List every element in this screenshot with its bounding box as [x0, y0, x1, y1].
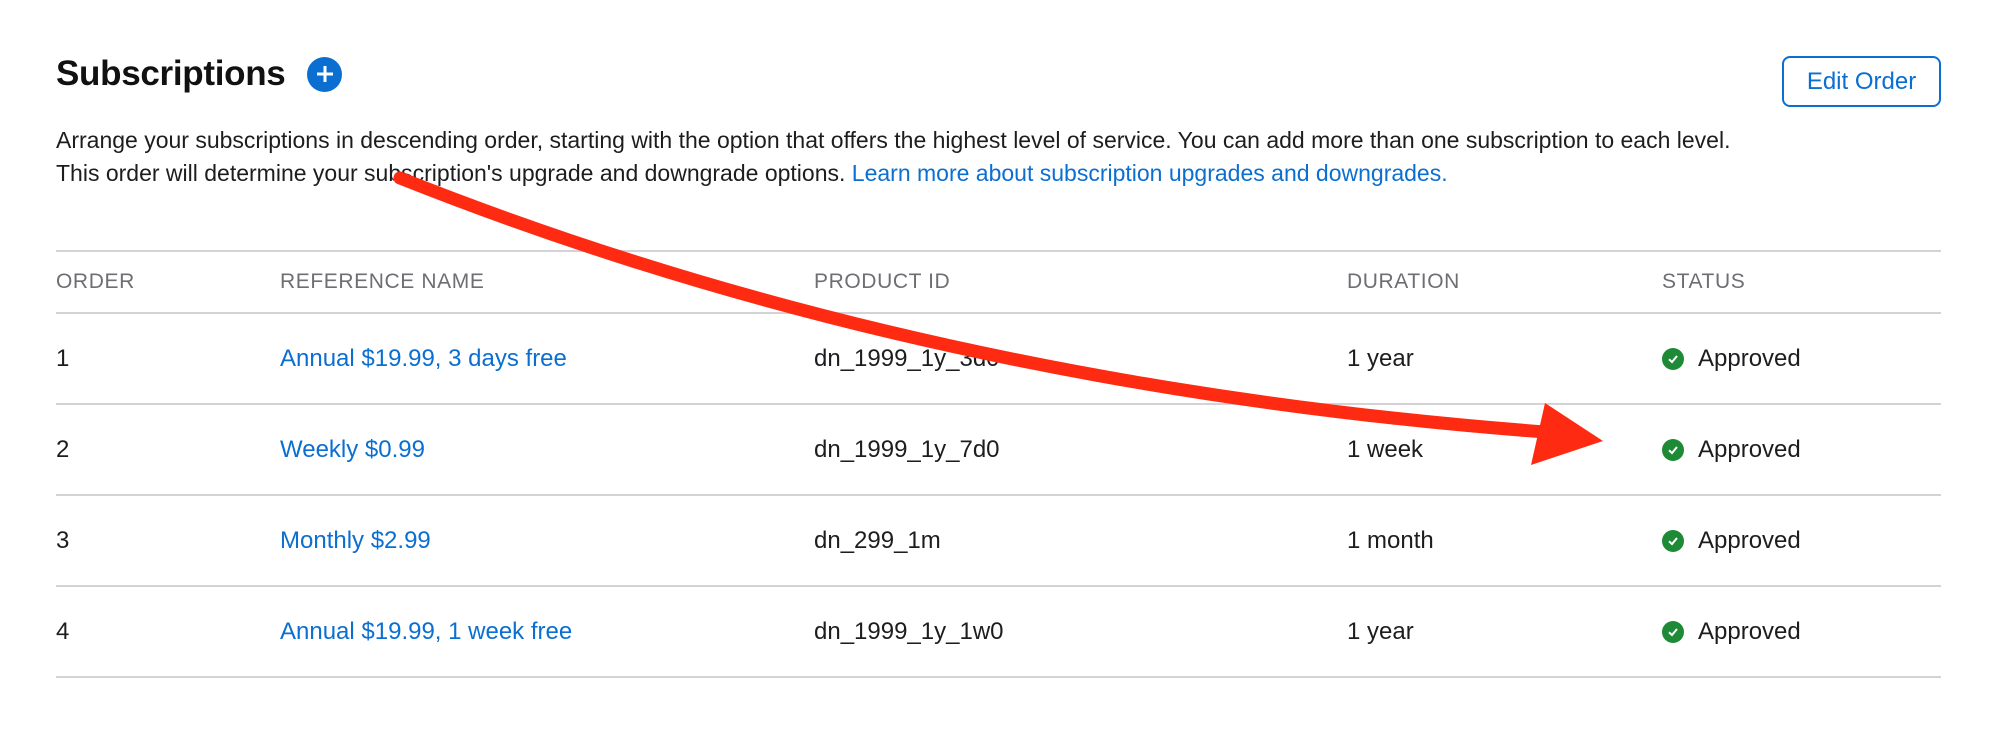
duration-cell: 1 month — [1347, 527, 1434, 554]
plus-icon — [316, 66, 333, 82]
edit-order-button[interactable]: Edit Order — [1782, 56, 1941, 107]
page-title: Subscriptions — [56, 54, 286, 93]
column-header-product-id: PRODUCT ID — [814, 270, 951, 293]
status-label: Approved — [1698, 436, 1801, 463]
description: Arrange your subscriptions in descending… — [56, 124, 1756, 190]
table-header: ORDER REFERENCE NAME PRODUCT ID DURATION… — [56, 252, 1941, 314]
order-cell: 2 — [56, 436, 70, 463]
status-cell: Approved — [1662, 496, 1801, 585]
reference-name-link[interactable]: Annual $19.99, 1 week free — [280, 587, 572, 676]
column-header-status: STATUS — [1662, 270, 1746, 293]
reference-name-link[interactable]: Monthly $2.99 — [280, 496, 431, 585]
duration-cell: 1 year — [1347, 618, 1414, 645]
add-subscription-button[interactable] — [307, 56, 343, 92]
subscriptions-table: ORDER REFERENCE NAME PRODUCT ID DURATION… — [56, 250, 1941, 678]
table-row: 3 Monthly $2.99 dn_299_1m 1 month Approv… — [56, 496, 1941, 587]
status-label: Approved — [1698, 618, 1801, 645]
check-circle-icon — [1662, 620, 1684, 643]
product-id-cell: dn_299_1m — [814, 527, 941, 554]
check-circle-icon — [1662, 438, 1684, 461]
order-cell: 3 — [56, 527, 70, 554]
column-header-order: ORDER — [56, 270, 135, 293]
reference-name-link[interactable]: Weekly $0.99 — [280, 405, 425, 494]
duration-cell: 1 year — [1347, 345, 1414, 372]
learn-more-link[interactable]: Learn more about subscription upgrades a… — [852, 160, 1448, 186]
check-circle-icon — [1662, 529, 1684, 552]
status-cell: Approved — [1662, 587, 1801, 676]
table-row: 2 Weekly $0.99 dn_1999_1y_7d0 1 week App… — [56, 405, 1941, 496]
status-label: Approved — [1698, 527, 1801, 554]
order-cell: 4 — [56, 618, 70, 645]
header: Subscriptions — [56, 54, 343, 94]
subscriptions-page: Subscriptions Edit Order Arrange your su… — [0, 0, 1999, 734]
check-circle-icon — [1662, 347, 1684, 370]
product-id-cell: dn_1999_1y_7d0 — [814, 436, 1000, 463]
product-id-cell: dn_1999_1y_3d0 — [814, 345, 1000, 372]
order-cell: 1 — [56, 345, 70, 372]
status-label: Approved — [1698, 345, 1801, 372]
reference-name-link[interactable]: Annual $19.99, 3 days free — [280, 314, 567, 403]
table-row: 1 Annual $19.99, 3 days free dn_1999_1y_… — [56, 314, 1941, 405]
duration-cell: 1 week — [1347, 436, 1424, 463]
column-header-reference-name: REFERENCE NAME — [280, 270, 485, 293]
product-id-cell: dn_1999_1y_1w0 — [814, 618, 1004, 645]
status-cell: Approved — [1662, 405, 1801, 494]
table-row: 4 Annual $19.99, 1 week free dn_1999_1y_… — [56, 587, 1941, 678]
column-header-duration: DURATION — [1347, 270, 1460, 293]
status-cell: Approved — [1662, 314, 1801, 403]
